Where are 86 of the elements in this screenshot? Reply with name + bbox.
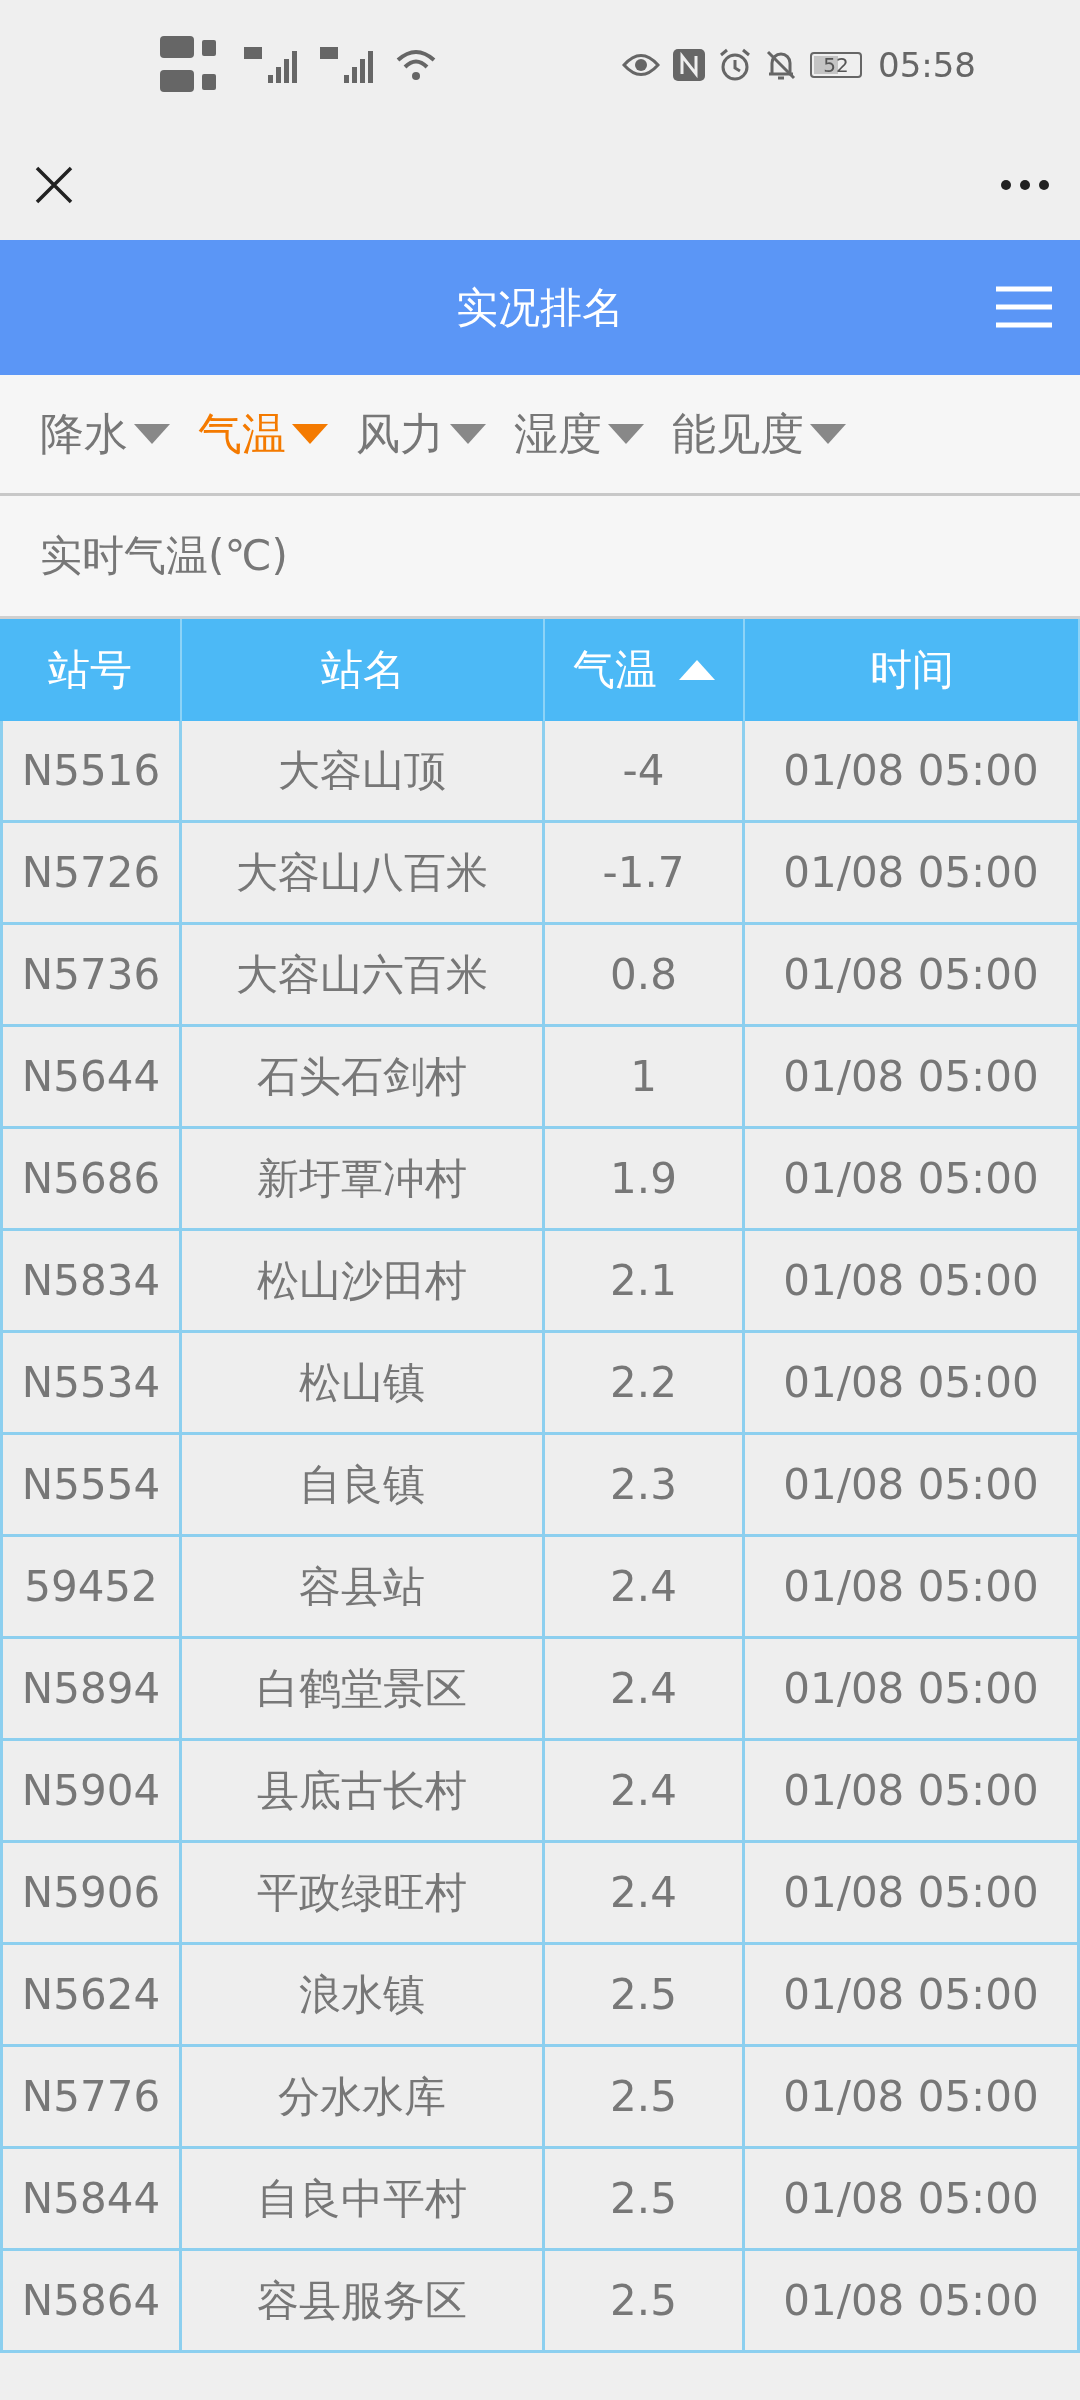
table-cell: N5534	[0, 1333, 182, 1435]
table-cell: 松山沙田村	[182, 1231, 545, 1333]
table-cell: N5906	[0, 1843, 182, 1945]
table-cell: N5554	[0, 1435, 182, 1537]
table-cell: N5624	[0, 1945, 182, 2047]
battery-level: 52	[823, 53, 849, 77]
table-cell: N5864	[0, 2251, 182, 2353]
table-cell: 浪水镇	[182, 1945, 545, 2047]
table-cell: N5644	[0, 1027, 182, 1129]
caret-icon	[292, 424, 328, 444]
table-cell: N5726	[0, 823, 182, 925]
table-cell: 2.2	[545, 1333, 745, 1435]
table-cell: N5686	[0, 1129, 182, 1231]
table-cell: 01/08 05:00	[745, 1945, 1080, 2047]
table-cell: -4	[545, 721, 745, 823]
table-cell: 自良镇	[182, 1435, 545, 1537]
caret-icon	[810, 424, 846, 444]
alarm-icon	[718, 48, 752, 82]
table-cell: 01/08 05:00	[745, 925, 1080, 1027]
menu-icon[interactable]	[996, 285, 1052, 329]
table-cell: 01/08 05:00	[745, 1741, 1080, 1843]
table-cell: 01/08 05:00	[745, 823, 1080, 925]
table-cell: N5736	[0, 925, 182, 1027]
nfc-icon	[672, 48, 706, 82]
table-cell: 01/08 05:00	[745, 1639, 1080, 1741]
category-tab[interactable]: 能见度	[672, 404, 846, 464]
table-cell: 01/08 05:00	[745, 2047, 1080, 2149]
table-cell: N5516	[0, 721, 182, 823]
table-cell: N5904	[0, 1741, 182, 1843]
table-cell: 新圩覃冲村	[182, 1129, 545, 1231]
table-cell: N5834	[0, 1231, 182, 1333]
table-cell: 2.4	[545, 1537, 745, 1639]
wifi-icon	[396, 48, 436, 82]
section-title: 实时气温(℃)	[40, 530, 288, 582]
table-cell: 2.4	[545, 1741, 745, 1843]
table-cell: 大容山六百米	[182, 925, 545, 1027]
category-tab[interactable]: 降水	[40, 404, 170, 464]
table-cell: 2.1	[545, 1231, 745, 1333]
table-cell: 59452	[0, 1537, 182, 1639]
table-cell: 2.5	[545, 1945, 745, 2047]
table-cell: -1.7	[545, 823, 745, 925]
page-title: 实况排名	[456, 281, 624, 334]
table-cell: 01/08 05:00	[745, 2251, 1080, 2353]
eye-icon	[622, 52, 660, 78]
table-cell: 1.9	[545, 1129, 745, 1231]
caret-icon	[608, 424, 644, 444]
caret-icon	[450, 424, 486, 444]
table-cell: 01/08 05:00	[745, 1537, 1080, 1639]
table-cell: 大容山顶	[182, 721, 545, 823]
table-cell: 2.3	[545, 1435, 745, 1537]
table-cell: 01/08 05:00	[745, 721, 1080, 823]
table-cell: 01/08 05:00	[745, 1129, 1080, 1231]
table-cell: 容县服务区	[182, 2251, 545, 2353]
table-cell: 0.8	[545, 925, 745, 1027]
table-cell: 2.4	[545, 1639, 745, 1741]
table-cell: 2.5	[545, 2251, 745, 2353]
table-cell: 白鹤堂景区	[182, 1639, 545, 1741]
table-cell: 2.4	[545, 1843, 745, 1945]
close-icon[interactable]	[34, 165, 74, 205]
table-cell: 石头石剑村	[182, 1027, 545, 1129]
table-cell: N5894	[0, 1639, 182, 1741]
table-cell: 自良中平村	[182, 2149, 545, 2251]
table-cell: 大容山八百米	[182, 823, 545, 925]
table-cell: 松山镇	[182, 1333, 545, 1435]
table-cell: N5776	[0, 2047, 182, 2149]
table-cell: 分水水库	[182, 2047, 545, 2149]
table-cell: 2.5	[545, 2149, 745, 2251]
table-cell: 县底古长村	[182, 1741, 545, 1843]
category-tab[interactable]: 气温	[198, 404, 328, 464]
table-cell: 2.5	[545, 2047, 745, 2149]
table-cell: N5844	[0, 2149, 182, 2251]
category-tab[interactable]: 湿度	[514, 404, 644, 464]
table-cell: 01/08 05:00	[745, 1843, 1080, 1945]
clock-time: 05:58	[878, 45, 976, 85]
table-cell: 01/08 05:00	[745, 2149, 1080, 2251]
category-tab[interactable]: 风力	[356, 404, 486, 464]
more-icon[interactable]	[1000, 179, 1050, 191]
caret-icon	[134, 424, 170, 444]
table-cell: 平政绿旺村	[182, 1843, 545, 1945]
table-cell: 容县站	[182, 1537, 545, 1639]
table-cell: 1	[545, 1027, 745, 1129]
table-cell: 01/08 05:00	[745, 1027, 1080, 1129]
table-cell: 01/08 05:00	[745, 1333, 1080, 1435]
mute-bell-icon	[764, 48, 798, 82]
table-cell: 01/08 05:00	[745, 1435, 1080, 1537]
table-cell: 01/08 05:00	[745, 1231, 1080, 1333]
